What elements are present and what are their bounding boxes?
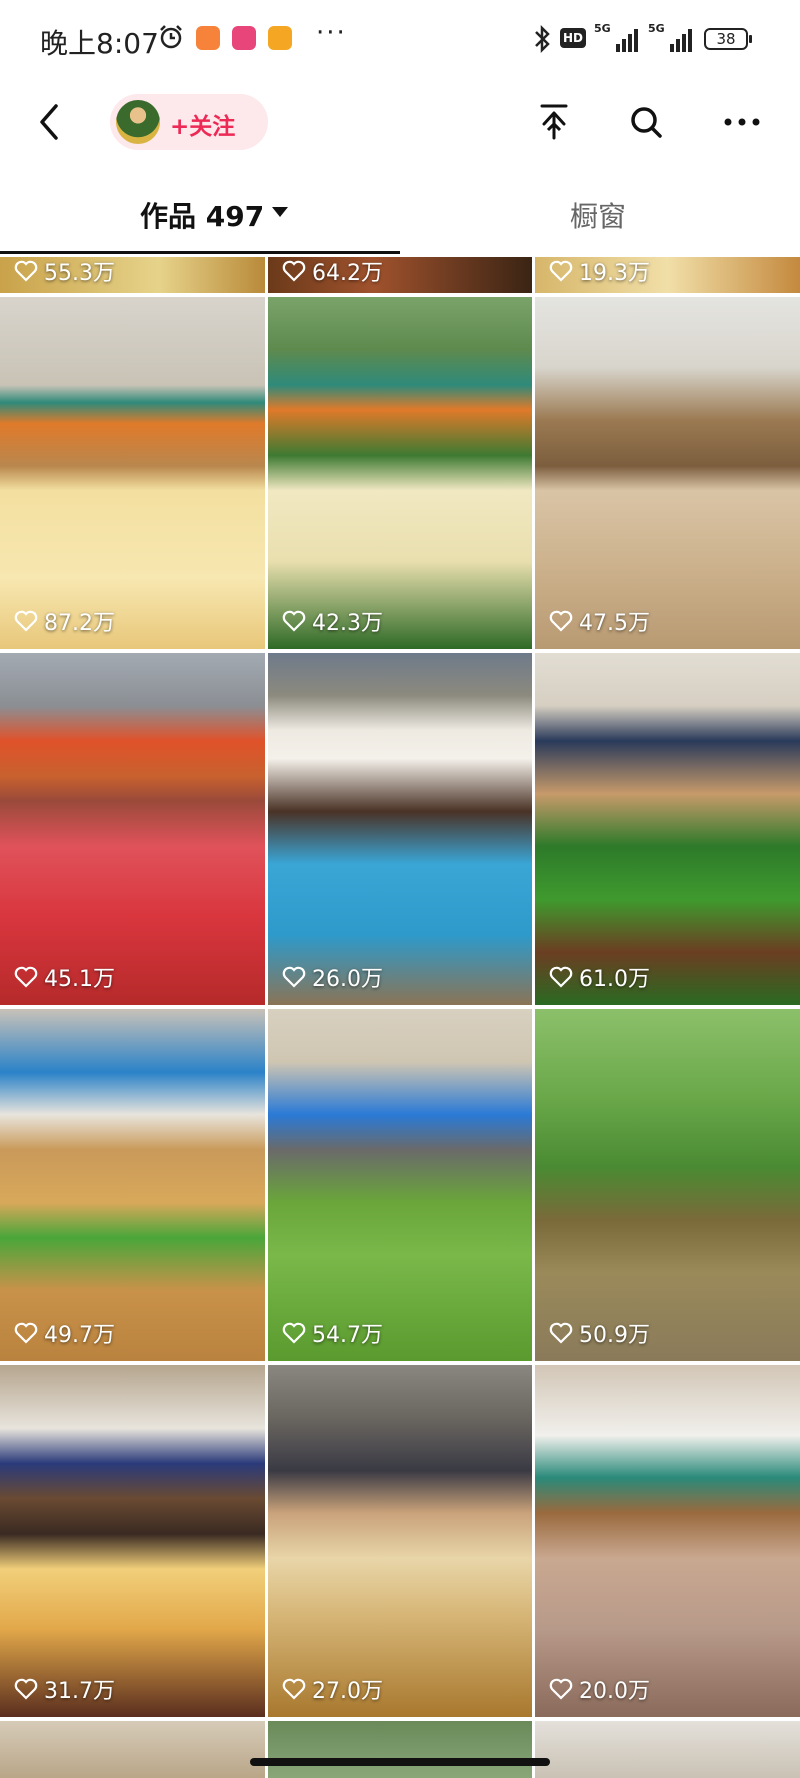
network-type: 5G	[594, 22, 611, 35]
search-icon[interactable]	[626, 100, 666, 144]
like-count-value: 27.0万	[312, 1679, 383, 1704]
like-count-value: 55.3万	[44, 261, 115, 286]
alarm-icon	[160, 25, 182, 49]
like-count: 27.0万	[282, 1673, 383, 1705]
profile-header: +关注	[0, 80, 800, 165]
heart-icon	[549, 966, 573, 988]
heart-icon	[282, 1322, 306, 1344]
heart-icon	[14, 1322, 38, 1344]
battery-level: 38	[716, 30, 736, 48]
like-count: 61.0万	[549, 961, 650, 993]
video-thumbnail[interactable]: 26.0万	[268, 653, 532, 1005]
video-thumbnail[interactable]: 64.2万	[268, 257, 532, 293]
heart-icon	[549, 610, 573, 632]
video-thumbnail[interactable]	[268, 1721, 532, 1778]
app-notification-icon	[232, 26, 256, 50]
heart-icon	[282, 1678, 306, 1700]
more-options-icon[interactable]	[720, 100, 764, 144]
video-thumbnail[interactable]: 20.0万	[535, 1365, 800, 1717]
more-notifications: ···	[316, 18, 347, 48]
like-count-value: 47.5万	[579, 611, 650, 636]
like-count: 31.7万	[14, 1673, 115, 1705]
heart-icon	[549, 1322, 573, 1344]
video-thumbnail[interactable]: 55.3万	[0, 257, 265, 293]
tab-showcase[interactable]: 橱窗	[570, 195, 626, 235]
like-count-value: 50.9万	[579, 1323, 650, 1348]
video-thumbnail[interactable]: 87.2万	[0, 297, 265, 649]
video-thumbnail[interactable]: 49.7万	[0, 1009, 265, 1361]
bluetooth-icon	[535, 24, 550, 54]
app-notification-icon	[268, 26, 292, 50]
video-thumbnail[interactable]: 42.3万	[268, 297, 532, 649]
like-count: 64.2万	[282, 257, 383, 287]
like-count-value: 54.7万	[312, 1323, 383, 1348]
like-count: 47.5万	[549, 605, 650, 637]
follow-button[interactable]: +关注	[110, 94, 268, 150]
like-count: 87.2万	[14, 605, 115, 637]
video-thumbnail[interactable]: 61.0万	[535, 653, 800, 1005]
video-thumbnail[interactable]: 31.7万	[0, 1365, 265, 1717]
like-count: 20.0万	[549, 1673, 650, 1705]
heart-icon	[282, 260, 306, 282]
like-count-value: 31.7万	[44, 1679, 115, 1704]
like-count: 26.0万	[282, 961, 383, 993]
app-notification-icon	[196, 26, 220, 50]
like-count: 45.1万	[14, 961, 115, 993]
heart-icon	[14, 966, 38, 988]
like-count-value: 64.2万	[312, 261, 383, 286]
like-count: 42.3万	[282, 605, 383, 637]
battery-icon: 38	[704, 28, 752, 50]
dropdown-caret-icon[interactable]	[272, 207, 288, 217]
like-count-value: 45.1万	[44, 967, 115, 992]
heart-icon	[14, 1678, 38, 1700]
share-icon[interactable]	[534, 100, 574, 144]
signal-1-icon: 5G	[594, 22, 638, 52]
like-count: 49.7万	[14, 1317, 115, 1349]
video-thumbnail[interactable]: 19.3万	[535, 257, 800, 293]
like-count-value: 19.3万	[579, 261, 650, 286]
like-count-value: 87.2万	[44, 611, 115, 636]
like-count-value: 49.7万	[44, 1323, 115, 1348]
avatar[interactable]	[116, 100, 160, 144]
like-count: 50.9万	[549, 1317, 650, 1349]
heart-icon	[282, 610, 306, 632]
follow-label: +关注	[170, 114, 236, 140]
heart-icon	[14, 610, 38, 632]
heart-icon	[282, 966, 306, 988]
home-indicator[interactable]	[250, 1758, 550, 1766]
like-count-value: 26.0万	[312, 967, 383, 992]
network-type: 5G	[648, 22, 665, 35]
active-tab-indicator	[0, 251, 400, 254]
signal-2-icon: 5G	[648, 22, 692, 52]
heart-icon	[549, 260, 573, 282]
like-count-value: 42.3万	[312, 611, 383, 636]
like-count-value: 61.0万	[579, 967, 650, 992]
video-thumbnail[interactable]: 47.5万	[535, 297, 800, 649]
like-count-value: 20.0万	[579, 1679, 650, 1704]
like-count: 55.3万	[14, 257, 115, 287]
video-thumbnail[interactable]	[535, 1721, 800, 1778]
video-thumbnail[interactable]: 45.1万	[0, 653, 265, 1005]
status-bar: 晚上8:07 ··· HD 5G 5G 38	[0, 0, 800, 80]
video-thumbnail[interactable]: 50.9万	[535, 1009, 800, 1361]
like-count: 19.3万	[549, 257, 650, 287]
video-thumbnail[interactable]: 54.7万	[268, 1009, 532, 1361]
video-thumbnail[interactable]	[0, 1721, 265, 1778]
profile-tabs: 作品 497 橱窗	[0, 165, 800, 257]
like-count: 54.7万	[282, 1317, 383, 1349]
status-time: 晚上8:07	[40, 27, 159, 60]
video-thumbnail[interactable]: 27.0万	[268, 1365, 532, 1717]
back-icon[interactable]	[30, 100, 70, 144]
heart-icon	[549, 1678, 573, 1700]
heart-icon	[14, 260, 38, 282]
tab-works[interactable]: 作品 497	[140, 195, 264, 235]
video-grid: 55.3万 64.2万 19.3万 87.2万 42.3万 47.5万 45.1…	[0, 257, 800, 1778]
hd-badge: HD	[560, 28, 587, 48]
